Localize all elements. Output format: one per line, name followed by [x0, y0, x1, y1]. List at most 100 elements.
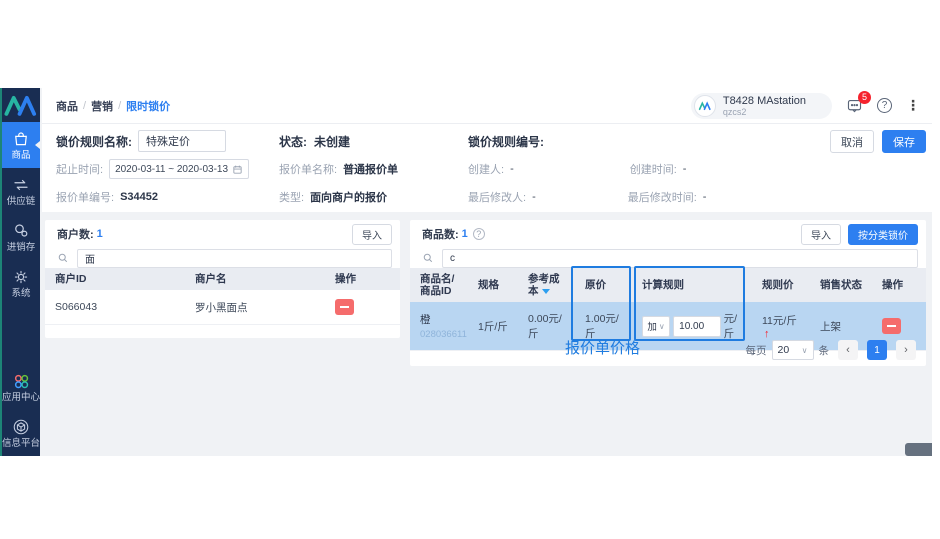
- col-spec[interactable]: 规格: [468, 268, 518, 302]
- chevron-down-icon: ∨: [801, 345, 808, 355]
- nodes-icon: [15, 223, 28, 237]
- merchants-table: 商户ID 商户名 操作 S066043 罗小黑面点: [45, 268, 400, 325]
- product-import-button[interactable]: 导入: [801, 223, 841, 245]
- sidebar-item-app-center[interactable]: 应用中心: [2, 364, 40, 410]
- breadcrumb-separator: /: [83, 99, 87, 112]
- per-page-select[interactable]: 20 ∨: [771, 340, 814, 360]
- rule-form: 锁价规则名称: 特殊定价 起止时间: 2020-03-11 ~ 2020-03-…: [42, 124, 932, 212]
- more-menu-button[interactable]: ⋮: [906, 97, 920, 114]
- type-label: 类型:: [279, 192, 305, 204]
- prev-page-button[interactable]: ‹: [838, 340, 858, 360]
- sidebar-item-label: 供应链: [6, 195, 36, 207]
- rule-name-label: 锁价规则名称:: [56, 134, 132, 149]
- col-merchant-action: 操作: [325, 268, 400, 290]
- merchant-count: 1: [96, 228, 103, 240]
- remove-merchant-button[interactable]: [335, 299, 354, 315]
- rule-name-input[interactable]: 特殊定价: [138, 130, 226, 152]
- col-action: 操作: [872, 268, 926, 302]
- sidebar-item-system[interactable]: 系统: [2, 260, 40, 306]
- product-search-input[interactable]: c: [442, 248, 918, 268]
- modifier-label: 最后修改人:: [468, 192, 527, 204]
- sidebar-item-label: 信息平台: [2, 437, 40, 449]
- save-button[interactable]: 保存: [882, 130, 926, 153]
- merchant-count-label: 商户数:: [57, 229, 94, 241]
- search-icon: [58, 253, 68, 263]
- quote-no-value: S34452: [120, 191, 158, 203]
- col-original-price[interactable]: 原价: [575, 268, 632, 302]
- bag-icon: [15, 131, 27, 145]
- message-badge: 5: [858, 91, 871, 104]
- app-window: 商品 供应链 进销存 系统 应用中心 信息平台 商品 / 营销 / 限时锁价 T…: [0, 88, 932, 456]
- col-merchant-id[interactable]: 商户ID: [45, 268, 185, 290]
- col-rule-price[interactable]: 规则价: [752, 268, 810, 302]
- product-spec: 1斤/斤: [468, 302, 518, 351]
- next-page-button[interactable]: ›: [896, 340, 916, 360]
- sidebar-item-supply-chain[interactable]: 供应链: [2, 168, 40, 214]
- sidebar-item-label: 应用中心: [2, 391, 40, 403]
- remove-product-button[interactable]: [882, 318, 901, 334]
- col-sale-status[interactable]: 销售状态: [810, 268, 872, 302]
- creator-value: -: [510, 163, 514, 175]
- date-range-input[interactable]: 2020-03-11 ~ 2020-03-13: [109, 159, 250, 179]
- col-product-name[interactable]: 商品名/商品ID: [410, 268, 468, 302]
- active-notch: [35, 141, 40, 149]
- page-1-button[interactable]: 1: [867, 340, 887, 360]
- status-label: 状态:: [279, 134, 307, 149]
- calc-value-input[interactable]: 10.00: [673, 315, 721, 337]
- sort-caret-icon[interactable]: [541, 288, 550, 294]
- sidebar-item-goods[interactable]: 商品: [2, 122, 40, 168]
- lock-by-category-button[interactable]: 按分类锁价: [848, 223, 918, 245]
- merchant-row[interactable]: S066043 罗小黑面点: [45, 290, 400, 325]
- tooltip-fragment: [905, 443, 932, 456]
- question-circle-icon[interactable]: ?: [472, 228, 485, 240]
- messages-button[interactable]: 5: [846, 91, 871, 114]
- sidebar-item-label: 商品: [11, 149, 31, 161]
- topbar: 商品 / 营销 / 限时锁价 T8428 MAstation qzcs2 5 ?…: [42, 88, 932, 124]
- product-id: 028036611: [420, 329, 467, 340]
- merchant-import-button[interactable]: 导入: [352, 223, 392, 245]
- calc-op-select[interactable]: 加 ∨: [642, 315, 671, 337]
- per-page-value: 20: [777, 344, 790, 356]
- breadcrumb-separator: /: [118, 99, 122, 112]
- sidebar-item-inventory[interactable]: 进销存: [2, 214, 40, 260]
- user-subname: qzcs2: [722, 106, 747, 117]
- user-menu[interactable]: T8428 MAstation qzcs2: [690, 92, 832, 119]
- modifier-value: -: [532, 191, 536, 203]
- products-table: 商品名/商品ID 规格 参考成本 原价 计算规则 规则价 销售状态 操作 橙 0…: [410, 268, 926, 351]
- help-button[interactable]: ?: [877, 98, 892, 113]
- quote-name-value: 普通报价单: [343, 164, 399, 176]
- calendar-icon: [233, 165, 242, 174]
- chevron-left-icon: ‹: [846, 344, 850, 356]
- cube-icon: [13, 419, 29, 434]
- col-ref-cost[interactable]: 参考成本: [518, 268, 575, 302]
- breadcrumb-goods[interactable]: 商品: [56, 98, 78, 114]
- kebab-icon: ⋮: [906, 97, 920, 113]
- created-time-value: -: [682, 163, 687, 175]
- merchant-search-input[interactable]: 面: [77, 248, 392, 268]
- per-page-label: 每页: [745, 344, 767, 357]
- four-circles-icon: [14, 374, 29, 388]
- date-range-label: 起止时间:: [56, 164, 104, 176]
- cancel-button[interactable]: 取消: [830, 130, 874, 153]
- chevron-right-icon: ›: [904, 344, 908, 356]
- calc-unit: 元/斤: [723, 313, 738, 340]
- calc-op-value: 加: [647, 322, 657, 333]
- sidebar: 商品 供应链 进销存 系统 应用中心 信息平台: [0, 88, 40, 456]
- quote-name-label: 报价单名称:: [279, 164, 338, 176]
- minus-icon: [340, 306, 349, 308]
- quote-no-label: 报价单编号:: [56, 192, 115, 204]
- sidebar-item-label: 系统: [11, 287, 31, 299]
- breadcrumb-marketing[interactable]: 营销: [91, 98, 113, 114]
- type-value: 面向商户的报价: [310, 192, 388, 204]
- col-merchant-name[interactable]: 商户名: [185, 268, 325, 290]
- per-page-unit: 条: [818, 344, 830, 357]
- pagination: 每页 20 ∨ 条 ‹ 1 ›: [745, 340, 916, 360]
- products-panel: 商品数: 1 ? 导入 按分类锁价 c 商品名/商品ID 规格 参考成本 原价 …: [410, 220, 926, 366]
- col-calc-rule: 计算规则: [632, 268, 752, 302]
- rule-price-value: 11元/斤: [762, 314, 797, 327]
- sidebar-item-label: 进销存: [6, 241, 36, 253]
- sidebar-item-info-platform[interactable]: 信息平台: [2, 410, 40, 456]
- screen: 商品 供应链 进销存 系统 应用中心 信息平台 商品 / 营销 / 限时锁价 T…: [0, 0, 940, 539]
- search-icon: [423, 253, 433, 263]
- exchange-arrows-icon: [14, 179, 28, 190]
